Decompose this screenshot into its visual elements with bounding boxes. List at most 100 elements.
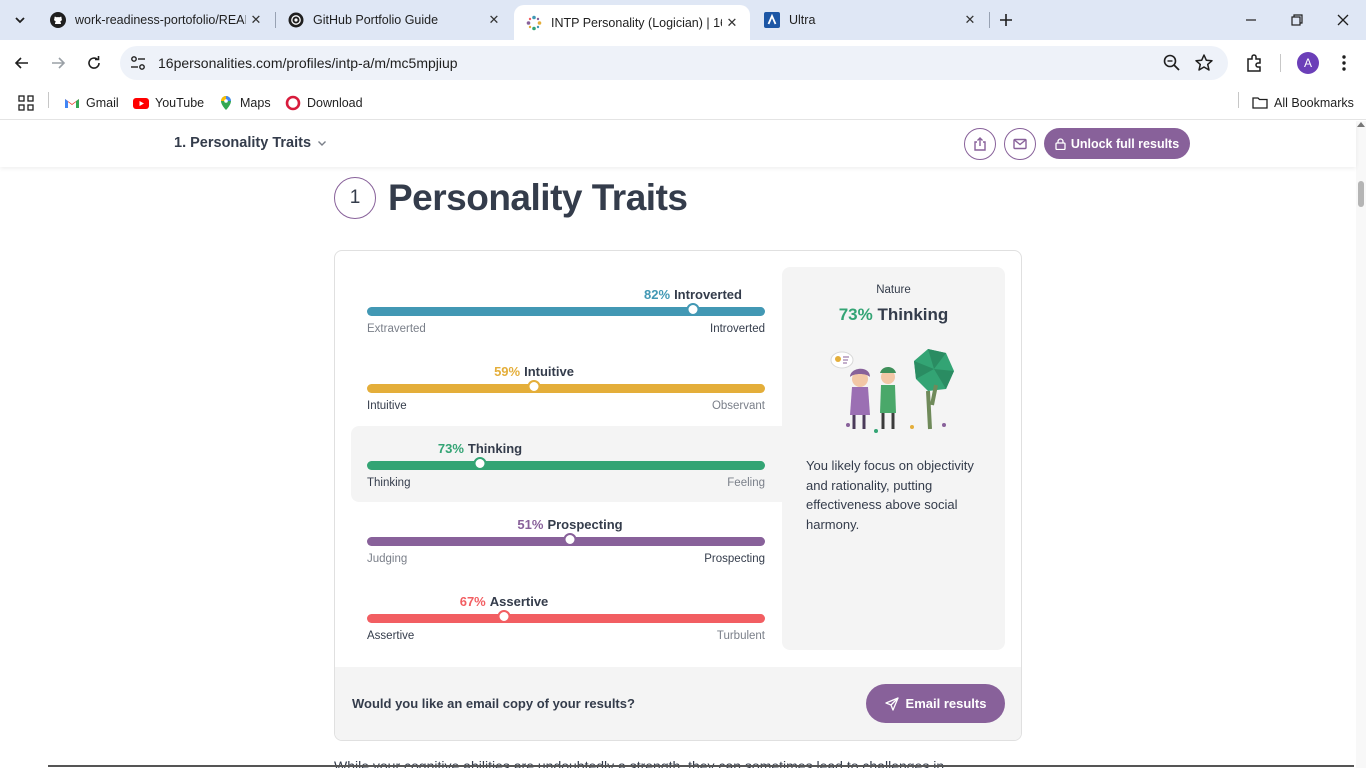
trait-description: You likely focus on objectivity and rati… bbox=[806, 458, 974, 532]
puzzle-icon bbox=[1247, 54, 1261, 72]
scroll-up-arrow-icon[interactable] bbox=[1357, 122, 1365, 127]
bookmark-star-icon[interactable] bbox=[1194, 53, 1214, 73]
trait-percent: 59% bbox=[494, 364, 521, 379]
reload-button[interactable] bbox=[80, 49, 108, 77]
tab-ultra[interactable]: Ultra ✕ bbox=[752, 0, 988, 40]
restore-icon bbox=[1291, 14, 1303, 26]
trait-row[interactable]: 73% Thinking Thinking Feeling bbox=[367, 441, 765, 501]
restore-button[interactable] bbox=[1274, 0, 1320, 40]
email-results-label: Email results bbox=[905, 696, 987, 711]
site-settings-icon bbox=[131, 56, 145, 70]
trait-right-pole: Feeling bbox=[727, 477, 765, 489]
bookmark-gmail[interactable]: Gmail bbox=[64, 93, 119, 113]
email-icon-button[interactable] bbox=[1004, 128, 1036, 160]
chevron-down-icon bbox=[318, 141, 327, 146]
url-text[interactable]: 16personalities.com/profiles/intp-a/m/mc… bbox=[158, 55, 458, 71]
youtube-icon bbox=[133, 98, 149, 109]
trait-right-pole: Turbulent bbox=[716, 630, 765, 642]
plus-icon bbox=[1000, 14, 1012, 26]
lock-icon bbox=[1055, 137, 1066, 150]
back-button[interactable] bbox=[8, 49, 36, 77]
close-icon[interactable]: ✕ bbox=[960, 10, 980, 30]
bookmark-label: YouTube bbox=[155, 96, 205, 110]
trait-bar-marker bbox=[563, 533, 577, 546]
bookmark-label: All Bookmarks bbox=[1274, 96, 1354, 110]
close-window-button[interactable] bbox=[1320, 0, 1366, 40]
zoom-icon[interactable] bbox=[1162, 53, 1182, 73]
trait-left-pole: Intuitive bbox=[367, 400, 407, 412]
trait-name: Intuitive bbox=[524, 364, 574, 379]
apps-grid-icon bbox=[18, 95, 34, 111]
chevron-down-icon bbox=[15, 17, 25, 24]
traits-card: 82% Introverted Extraverted Introverted 59% I… bbox=[334, 250, 1022, 741]
trait-left-pole: Extraverted bbox=[367, 323, 426, 335]
trait-percent: 51% bbox=[517, 517, 544, 532]
share-button[interactable] bbox=[964, 128, 996, 160]
bookmark-maps[interactable]: Maps bbox=[218, 93, 271, 113]
trait-row[interactable]: 67% Assertive Assertive Turbulent bbox=[367, 594, 765, 654]
tab-title: Ultra bbox=[789, 13, 816, 27]
trait-detail-panel: Nature 73% Thinking You likely focus on … bbox=[782, 267, 1005, 650]
email-copy-question: Would you like an email copy of your res… bbox=[352, 696, 635, 711]
maps-icon bbox=[221, 96, 231, 110]
tab-16personalities[interactable]: INTP Personality (Logician) | 16P ✕ bbox=[514, 5, 750, 40]
trait-bar bbox=[367, 384, 765, 393]
close-icon[interactable]: ✕ bbox=[484, 10, 504, 30]
trait-category: Nature bbox=[876, 284, 911, 296]
send-icon bbox=[884, 696, 899, 711]
all-bookmarks-button[interactable]: All Bookmarks bbox=[1252, 93, 1354, 113]
section-nav-bar: 1. Personality Traits Unlock full result… bbox=[0, 121, 1356, 167]
email-results-button[interactable]: Email results bbox=[866, 684, 1005, 723]
bookmark-youtube[interactable]: YouTube bbox=[133, 93, 204, 113]
unlock-full-results-button[interactable]: Unlock full results bbox=[1044, 128, 1190, 159]
scroll-thumb[interactable] bbox=[1358, 181, 1364, 207]
trait-row[interactable]: 51% Prospecting Judging Prospecting bbox=[367, 517, 765, 577]
apps-button[interactable] bbox=[18, 93, 34, 113]
forward-button[interactable] bbox=[44, 49, 72, 77]
bookmark-label: Maps bbox=[240, 96, 271, 110]
close-icon[interactable]: ✕ bbox=[246, 10, 266, 30]
arrow-right-icon bbox=[52, 57, 66, 69]
unlock-label: Unlock full results bbox=[1070, 136, 1180, 151]
email-copy-bar: Would you like an email copy of your res… bbox=[335, 667, 1021, 740]
trait-row[interactable]: 59% Intuitive Intuitive Observant bbox=[367, 364, 765, 424]
page-scrollbar[interactable] bbox=[1356, 121, 1366, 768]
browser-menu-button[interactable] bbox=[1333, 52, 1355, 74]
new-tab-button[interactable] bbox=[994, 8, 1018, 32]
trait-bar bbox=[367, 614, 765, 623]
tab-strip: work-readiness-portofolio/REAI ✕ GitHub … bbox=[0, 0, 1366, 40]
section-dropdown[interactable]: 1. Personality Traits bbox=[174, 135, 327, 151]
tab-chatgpt[interactable]: GitHub Portfolio Guide ✕ bbox=[276, 0, 512, 40]
ultra-icon bbox=[764, 12, 780, 28]
close-icon[interactable]: ✕ bbox=[722, 13, 742, 33]
close-icon bbox=[1337, 14, 1349, 26]
page-title: Personality Traits bbox=[388, 177, 688, 218]
trait-bar bbox=[367, 307, 765, 316]
trait-left-pole: Assertive bbox=[367, 630, 415, 642]
bookmark-download[interactable]: Download bbox=[285, 93, 363, 113]
trait-label: 82% Introverted bbox=[644, 287, 742, 302]
trait-percent: 82% bbox=[644, 287, 671, 302]
profile-avatar[interactable]: A bbox=[1297, 52, 1319, 74]
tab-divider bbox=[989, 12, 990, 28]
trait-summary-pct: 73% bbox=[838, 305, 873, 324]
bookmark-label: Gmail bbox=[86, 96, 119, 110]
download-icon bbox=[285, 95, 301, 111]
window-bottom-edge bbox=[48, 765, 1354, 767]
trait-bar bbox=[367, 461, 765, 470]
folder-icon bbox=[1252, 97, 1268, 109]
trait-row[interactable]: 82% Introverted Extraverted Introverted bbox=[367, 287, 765, 347]
trait-summary-name: Thinking bbox=[877, 305, 949, 324]
tab-github[interactable]: work-readiness-portofolio/REAI ✕ bbox=[38, 0, 274, 40]
trait-label: 73% Thinking bbox=[438, 441, 522, 456]
trait-name: Prospecting bbox=[547, 517, 623, 532]
bookmarks-divider bbox=[1238, 92, 1239, 108]
address-bar[interactable]: 16personalities.com/profiles/intp-a/m/mc… bbox=[120, 46, 1228, 80]
extensions-button[interactable] bbox=[1243, 52, 1265, 74]
tab-search-button[interactable] bbox=[7, 8, 33, 32]
browser-toolbar: 16personalities.com/profiles/intp-a/m/mc… bbox=[0, 40, 1366, 86]
share-icon bbox=[974, 137, 986, 151]
trait-right-pole: Prospecting bbox=[704, 553, 765, 565]
minimize-button[interactable] bbox=[1228, 0, 1274, 40]
trait-bar-marker bbox=[473, 457, 487, 470]
